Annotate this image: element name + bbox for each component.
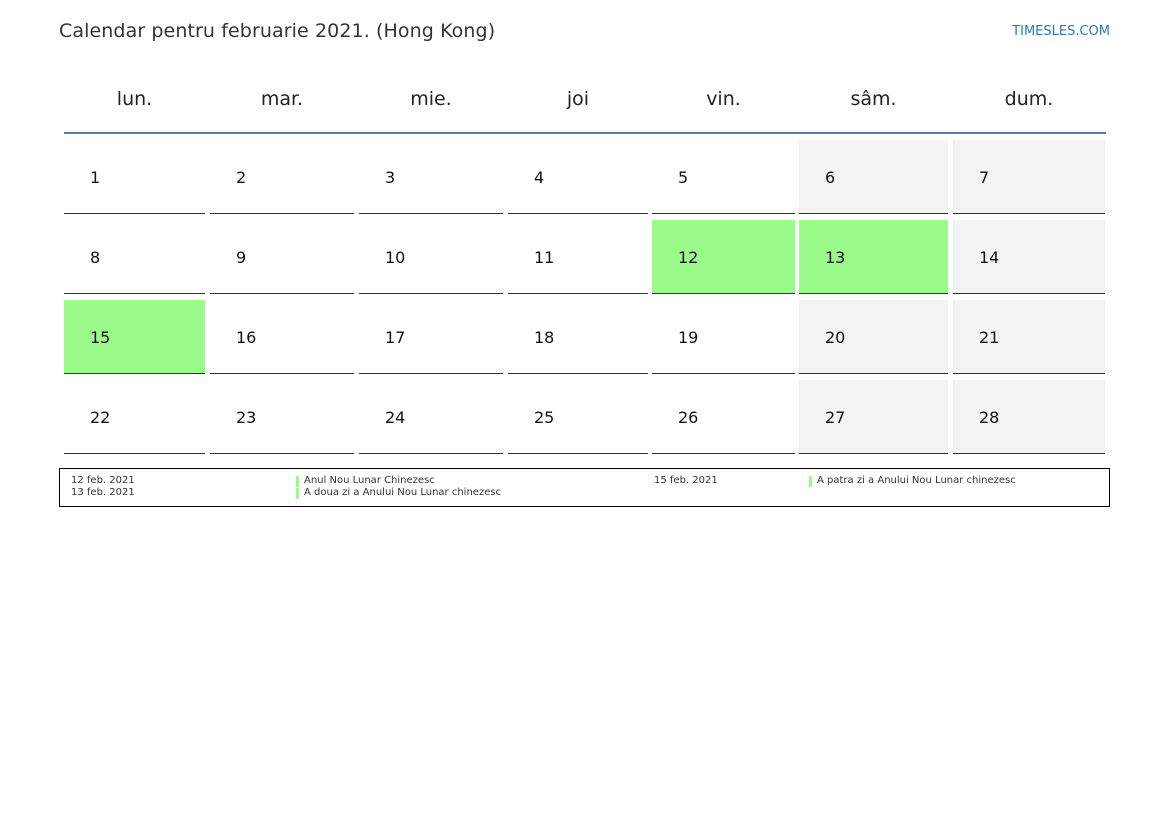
- calendar-day[interactable]: 8: [64, 220, 205, 294]
- calendar-day[interactable]: 9: [210, 220, 354, 294]
- calendar-day[interactable]: 24: [359, 380, 503, 454]
- brand-link[interactable]: TIMESLES.COM: [1012, 24, 1110, 39]
- calendar-grid: lun. mar. mie. joi vin. sâm. dum. 1 2 3 …: [64, 78, 1106, 454]
- calendar-day-holiday[interactable]: 13: [799, 220, 948, 294]
- day-number: 24: [385, 408, 406, 427]
- calendar-day[interactable]: 17: [359, 300, 503, 374]
- holiday-color-marker: [296, 476, 299, 487]
- calendar-day[interactable]: 23: [210, 380, 354, 454]
- weekday-mon: lun.: [116, 88, 153, 110]
- calendar-day-weekend[interactable]: 27: [799, 380, 948, 454]
- calendar-day-weekend[interactable]: 28: [953, 380, 1105, 454]
- calendar-day[interactable]: 10: [359, 220, 503, 294]
- weekday-sat: sâm.: [850, 88, 897, 110]
- calendar-day[interactable]: 2: [210, 140, 354, 214]
- day-number: 16: [236, 328, 257, 347]
- day-number: 12: [678, 248, 699, 267]
- day-number: 2: [236, 168, 247, 187]
- calendar-day-weekend[interactable]: 20: [799, 300, 948, 374]
- weekday-thu: joi: [566, 88, 590, 110]
- day-number: 3: [385, 168, 396, 187]
- holiday-date: 15 feb. 2021: [654, 475, 718, 486]
- calendar-day-weekend[interactable]: 7: [953, 140, 1105, 214]
- weekday-fri: vin.: [706, 88, 741, 110]
- day-number: 27: [825, 408, 846, 427]
- day-number: 28: [979, 408, 1000, 427]
- day-number: 9: [236, 248, 247, 267]
- calendar-day-holiday[interactable]: 12: [652, 220, 795, 294]
- calendar-day[interactable]: 1: [64, 140, 205, 214]
- calendar-day[interactable]: 3: [359, 140, 503, 214]
- day-number: 1: [90, 168, 101, 187]
- day-number: 7: [979, 168, 990, 187]
- page-title: Calendar pentru februarie 2021. (Hong Ko…: [59, 20, 496, 42]
- day-number: 15: [90, 328, 111, 347]
- day-number: 4: [534, 168, 545, 187]
- holiday-color-marker: [809, 476, 812, 487]
- day-number: 6: [825, 168, 836, 187]
- weekday-tue: mar.: [260, 88, 304, 110]
- holiday-date: 13 feb. 2021: [71, 487, 135, 498]
- calendar-day-weekend[interactable]: 14: [953, 220, 1105, 294]
- calendar-day-weekend[interactable]: 21: [953, 300, 1105, 374]
- holiday-name: Anul Nou Lunar Chinezesc: [304, 475, 435, 486]
- day-number: 11: [534, 248, 555, 267]
- calendar-day[interactable]: 26: [652, 380, 795, 454]
- calendar-day[interactable]: 5: [652, 140, 795, 214]
- calendar-week: 22 23 24 25 26 27 28: [64, 374, 1106, 454]
- day-number: 8: [90, 248, 101, 267]
- calendar-day[interactable]: 25: [508, 380, 648, 454]
- holiday-name: A doua zi a Anului Nou Lunar chinezesc: [304, 487, 502, 498]
- weekday-wed: mie.: [410, 88, 452, 110]
- calendar-week: 15 16 17 18 19 20 21: [64, 294, 1106, 374]
- weekday-sun: dum.: [1004, 88, 1054, 110]
- day-number: 5: [678, 168, 689, 187]
- day-number: 13: [825, 248, 846, 267]
- holiday-name: A patra zi a Anului Nou Lunar chinezesc: [817, 475, 1016, 486]
- calendar-day[interactable]: 22: [64, 380, 205, 454]
- calendar-week: 1 2 3 4 5 6 7: [64, 134, 1106, 214]
- calendar-day-weekend[interactable]: 6: [799, 140, 948, 214]
- day-number: 21: [979, 328, 1000, 347]
- calendar-day[interactable]: 4: [508, 140, 648, 214]
- calendar-day[interactable]: 11: [508, 220, 648, 294]
- calendar-day[interactable]: 18: [508, 300, 648, 374]
- day-number: 22: [90, 408, 111, 427]
- day-number: 20: [825, 328, 846, 347]
- day-number: 26: [678, 408, 699, 427]
- day-number: 10: [385, 248, 406, 267]
- calendar-day-holiday[interactable]: 15: [64, 300, 205, 374]
- day-number: 19: [678, 328, 699, 347]
- day-number: 25: [534, 408, 555, 427]
- calendar-day[interactable]: 19: [652, 300, 795, 374]
- holiday-legend: 12 feb. 2021 Anul Nou Lunar Chinezesc 13…: [59, 468, 1110, 507]
- calendar-week: 8 9 10 11 12 13 14: [64, 214, 1106, 294]
- calendar-day[interactable]: 16: [210, 300, 354, 374]
- weekday-header: lun. mar. mie. joi vin. sâm. dum.: [64, 78, 1106, 134]
- day-number: 17: [385, 328, 406, 347]
- holiday-color-marker: [296, 488, 299, 499]
- day-number: 23: [236, 408, 257, 427]
- day-number: 18: [534, 328, 555, 347]
- day-number: 14: [979, 248, 1000, 267]
- holiday-date: 12 feb. 2021: [71, 475, 135, 486]
